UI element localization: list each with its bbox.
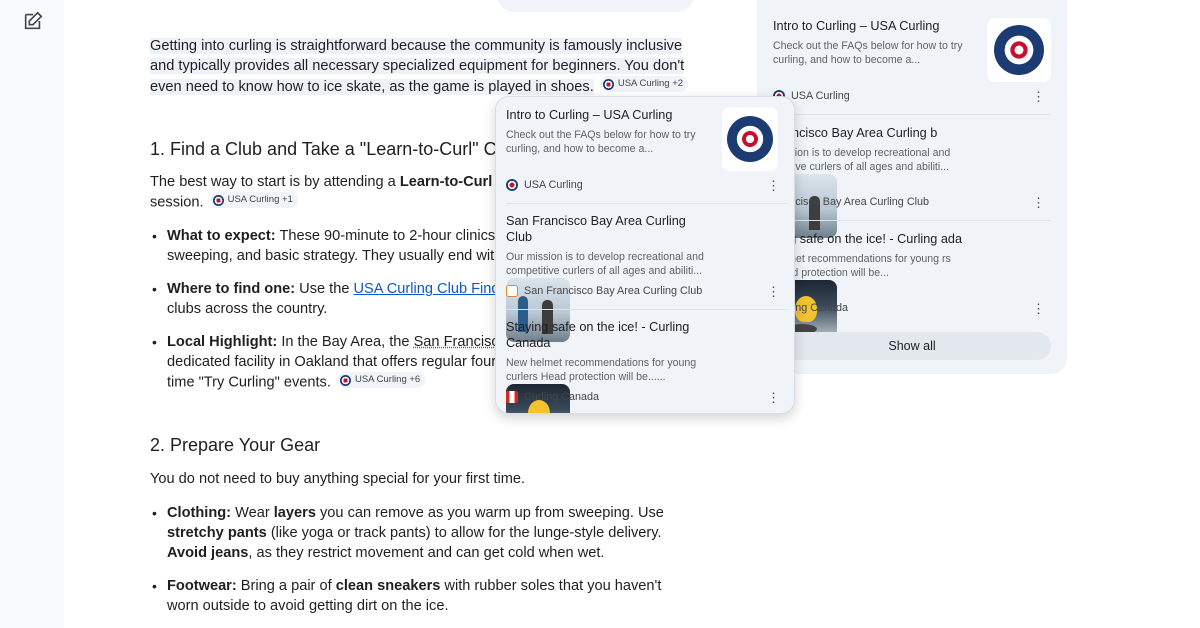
- more-options-icon[interactable]: ⋮: [1032, 90, 1045, 103]
- source-title: Staying safe on the ice! - Curling Canad…: [506, 320, 690, 350]
- source-site: USA Curling: [506, 179, 583, 191]
- citation-chip[interactable]: USA Curling +6: [337, 372, 426, 388]
- source-thumbnail: [722, 107, 778, 171]
- citation-chip[interactable]: USA Curling +2: [600, 76, 689, 92]
- citation-chip[interactable]: USA Curling +1: [210, 192, 298, 208]
- usa-curling-logo-icon: [506, 179, 518, 191]
- club-finder-link[interactable]: USA Curling Club Finder: [354, 281, 513, 297]
- left-rail: [0, 0, 64, 628]
- source-title: San Francisco Bay Area Curling Club: [506, 214, 686, 244]
- more-options-icon[interactable]: ⋮: [1032, 302, 1045, 315]
- usa-curling-logo-icon: [339, 374, 351, 386]
- section-heading: 2. Prepare Your Gear: [150, 435, 321, 455]
- source-card[interactable]: Staying safe on the ice! - Curling Canad…: [506, 319, 788, 413]
- source-title: Francisco Bay Area Curling b: [773, 126, 938, 140]
- source-site: San Francisco Bay Area Curling Club: [506, 285, 702, 297]
- divider: [773, 114, 1051, 115]
- usa-curling-logo-icon: [212, 194, 224, 206]
- more-options-icon[interactable]: ⋮: [767, 285, 780, 298]
- more-options-icon[interactable]: ⋮: [1032, 196, 1045, 209]
- usa-curling-logo-icon: [602, 78, 614, 90]
- divider: [773, 220, 1051, 221]
- source-card[interactable]: Francisco Bay Area Curling b mission is …: [773, 125, 1051, 238]
- list-item: Clothing: Wear layers you can remove as …: [150, 503, 695, 563]
- source-site: Curling Canada: [506, 391, 599, 403]
- paragraph: You do not need to buy anything special …: [150, 471, 526, 487]
- more-options-icon[interactable]: ⋮: [767, 179, 780, 192]
- source-card[interactable]: Intro to Curling – USA Curling Check out…: [506, 107, 788, 203]
- source-title: Intro to Curling – USA Curling: [506, 108, 673, 122]
- source-snippet: helmet recommendations for young rs Head…: [773, 253, 951, 279]
- section-heading: 1. Find a Club and Take a "Learn-to-Curl…: [150, 139, 511, 159]
- source-title: ying safe on the ice! - Curling ada: [773, 232, 963, 246]
- source-card[interactable]: Intro to Curling – USA Curling Check out…: [773, 18, 1051, 108]
- show-all-button[interactable]: Show all: [773, 332, 1051, 360]
- sources-panel: Intro to Curling – USA Curling Check out…: [757, 0, 1067, 374]
- source-site: Francisco Bay Area Curling Club: [773, 196, 930, 208]
- source-title: Intro to Curling – USA Curling: [773, 19, 940, 33]
- divider: [506, 203, 788, 204]
- edit-square-icon[interactable]: [22, 10, 44, 32]
- source-card[interactable]: San Francisco Bay Area Curling Club Our …: [506, 213, 788, 342]
- bullet-list: Clothing: Wear layers you can remove as …: [150, 503, 695, 616]
- source-snippet: Check out the FAQs below for how to try …: [773, 40, 963, 66]
- source-snippet: New helmet recommendations for young cur…: [506, 357, 697, 383]
- curling-canada-logo-icon: [506, 391, 518, 403]
- citation-popover: Intro to Curling – USA Curling Check out…: [495, 96, 795, 414]
- source-snippet: Our mission is to develop recreational a…: [506, 251, 704, 277]
- divider: [506, 309, 788, 310]
- list-item: Footwear: Bring a pair of clean sneakers…: [150, 576, 695, 616]
- sf-curling-logo-icon: [506, 285, 518, 297]
- source-card[interactable]: ying safe on the ice! - Curling ada helm…: [773, 231, 1051, 344]
- source-snippet: mission is to develop recreational and p…: [773, 147, 951, 173]
- source-thumbnail: [987, 18, 1051, 82]
- prompt-bubble: [497, 0, 694, 12]
- response-intro: Getting into curling is straightforward …: [150, 36, 695, 97]
- more-options-icon[interactable]: ⋮: [767, 391, 780, 404]
- source-snippet: Check out the FAQs below for how to try …: [506, 129, 696, 155]
